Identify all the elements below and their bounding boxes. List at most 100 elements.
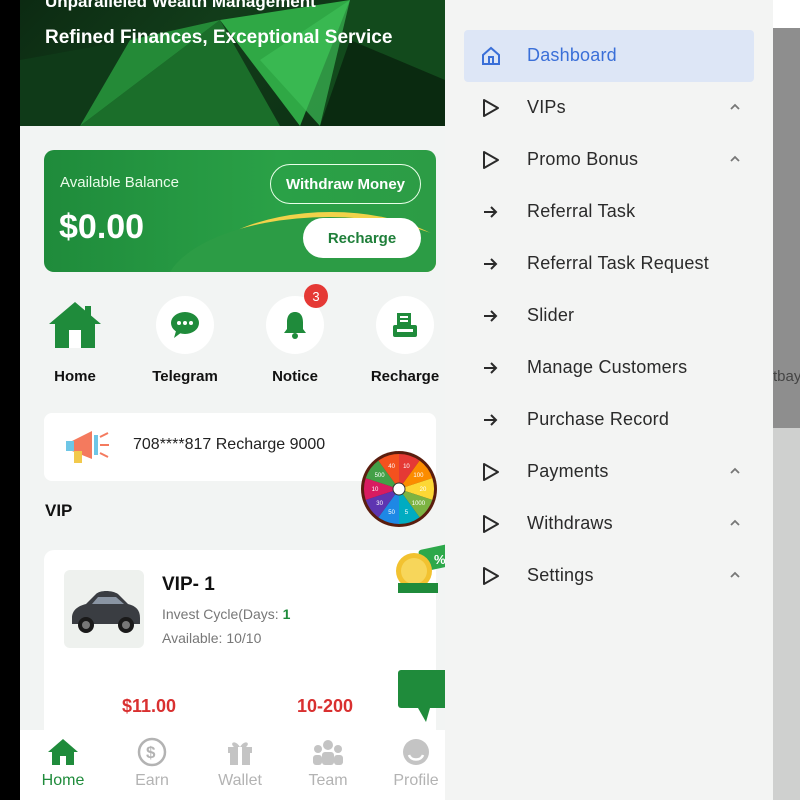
- dim-overlay-lower: [773, 428, 800, 800]
- sidebar-item-label: Purchase Record: [527, 409, 670, 429]
- tab-earn[interactable]: $ Earn: [117, 736, 187, 790]
- chevron-up-icon[interactable]: [728, 464, 742, 478]
- wheel-segment-label: 10: [372, 487, 379, 493]
- balance-value: $0.00: [59, 208, 145, 246]
- tab-wallet[interactable]: Wallet: [205, 736, 275, 790]
- sidebar-item-label: Settings: [527, 565, 594, 585]
- wheel-segment-label: 50: [388, 510, 395, 516]
- quick-action-notice[interactable]: 3 Notice: [250, 284, 340, 385]
- sidebar-item-label: VIPs: [527, 97, 566, 117]
- team-icon: [313, 740, 343, 765]
- coupon-coin-icon[interactable]: %: [390, 543, 445, 595]
- vip-product-image: [64, 570, 144, 648]
- sidebar-item-slider[interactable]: Slider: [464, 290, 754, 342]
- sidebar-item-payments[interactable]: Payments: [464, 446, 754, 498]
- sidebar-item-label: Referral Task: [527, 201, 636, 221]
- chevron-up-icon[interactable]: [728, 100, 742, 114]
- quick-telegram-circle: [156, 296, 214, 354]
- notification-badge: 3: [304, 284, 328, 308]
- chat-icon: [171, 312, 199, 338]
- sidebar-item-referral-task-request[interactable]: Referral Task Request: [464, 238, 754, 290]
- quick-notice-circle: 3: [266, 284, 328, 354]
- recharge-button[interactable]: Recharge: [303, 218, 421, 258]
- withdraw-money-button[interactable]: Withdraw Money: [270, 164, 421, 204]
- balance-label: Available Balance: [60, 174, 179, 191]
- profile-icon: [403, 739, 429, 765]
- wheel-segment-label: 100: [413, 473, 424, 479]
- background-page-edge: tbay: [773, 0, 800, 800]
- hero-tagline-top: Unparalleled Wealth Management: [45, 0, 316, 11]
- tab-label: Profile: [393, 772, 439, 789]
- sidebar-item-label: Payments: [527, 461, 609, 481]
- hero-tagline: Refined Finances, Exceptional Service: [45, 27, 393, 48]
- sidebar-item-promo-bonus[interactable]: Promo Bonus: [464, 134, 754, 186]
- vip-cycle-value: 1: [282, 606, 291, 622]
- bottom-tab-bar: Home $ Earn Wallet Team Profile: [20, 730, 445, 800]
- hero-facets: [20, 0, 445, 126]
- svg-text:%: %: [434, 552, 445, 567]
- play-outline-icon: [480, 96, 502, 120]
- sidebar-item-label: Manage Customers: [527, 357, 688, 377]
- wheel-segment-label: 500: [375, 473, 386, 479]
- sidebar-item-manage-customers[interactable]: Manage Customers: [464, 342, 754, 394]
- sidebar-item-dashboard[interactable]: Dashboard: [464, 30, 754, 82]
- quick-action-label: Telegram: [152, 368, 218, 385]
- lucky-wheel-button[interactable]: 10100201000550301050040: [360, 450, 438, 528]
- car-image: [72, 591, 140, 633]
- bell-icon: [284, 312, 306, 339]
- sidebar-item-settings[interactable]: Settings: [464, 550, 754, 602]
- mobile-app: Unparalleled Wealth Management Refined F…: [20, 0, 445, 800]
- play-outline-icon: [480, 564, 502, 588]
- sidebar-item-referral-task[interactable]: Referral Task: [464, 186, 754, 238]
- wheel-segment-label: 20: [420, 487, 427, 493]
- svg-text:$: $: [146, 743, 156, 762]
- sidebar-item-label: Withdraws: [527, 513, 613, 533]
- quick-action-label: Home: [54, 368, 96, 385]
- wheel-segment-label: 10: [403, 464, 410, 470]
- sidebar-item-purchase-record[interactable]: Purchase Record: [464, 394, 754, 446]
- balance-card: Available Balance $0.00 Withdraw Money R…: [44, 150, 436, 272]
- support-chat-button[interactable]: [396, 668, 445, 724]
- vip-cycle-label: Invest Cycle(Days:: [162, 606, 283, 622]
- tab-home[interactable]: Home: [28, 736, 98, 790]
- quick-action-home[interactable]: Home: [30, 296, 120, 385]
- arrow-right-icon: [480, 356, 502, 380]
- sidebar-item-label: Slider: [527, 305, 575, 325]
- chevron-up-icon[interactable]: [728, 568, 742, 582]
- sidebar-item-label: Dashboard: [527, 45, 617, 65]
- arrow-right-icon: [480, 408, 502, 432]
- arrow-right-icon: [480, 304, 502, 328]
- sidebar-item-withdraws[interactable]: Withdraws: [464, 498, 754, 550]
- quick-home-circle: [46, 296, 104, 354]
- arrow-right-icon: [480, 252, 502, 276]
- quick-recharge-circle: [376, 296, 434, 354]
- tab-label: Team: [308, 772, 348, 789]
- printer-icon: [393, 313, 417, 337]
- vip-product-card[interactable]: VIP- 1 Invest Cycle(Days: 1 Available: 1…: [44, 550, 436, 740]
- notice-text: 708****817 Recharge 9000: [133, 436, 326, 453]
- hero-banner: Unparalleled Wealth Management Refined F…: [20, 0, 445, 126]
- tab-team[interactable]: Team: [293, 736, 363, 790]
- background-text-fragment: tbay: [773, 368, 800, 385]
- chevron-up-icon[interactable]: [728, 516, 742, 530]
- sidebar-item-vips[interactable]: VIPs: [464, 82, 754, 134]
- play-outline-icon: [480, 460, 502, 484]
- vip-invest-cycle: Invest Cycle(Days: 1: [162, 606, 290, 622]
- chevron-up-icon[interactable]: [728, 152, 742, 166]
- tab-profile[interactable]: Profile: [381, 736, 445, 790]
- vip-available: Available: 10/10: [162, 630, 262, 646]
- home-icon: [49, 302, 101, 348]
- quick-action-label: Recharge: [370, 368, 440, 385]
- sidebar-item-label: Promo Bonus: [527, 149, 639, 169]
- vip-range: 10-200: [297, 696, 354, 716]
- play-outline-icon: [480, 148, 502, 172]
- tab-label: Earn: [135, 772, 169, 789]
- dollar-icon: $: [137, 737, 167, 767]
- wheel-segment-label: 1000: [412, 501, 426, 507]
- quick-action-label: Notice: [272, 368, 318, 385]
- quick-action-telegram[interactable]: Telegram: [140, 296, 230, 385]
- megaphone-icon: [66, 431, 109, 463]
- vip-name: VIP- 1: [162, 574, 215, 595]
- wheel-segment-label: 30: [376, 501, 383, 507]
- quick-action-recharge[interactable]: Recharge: [360, 296, 445, 385]
